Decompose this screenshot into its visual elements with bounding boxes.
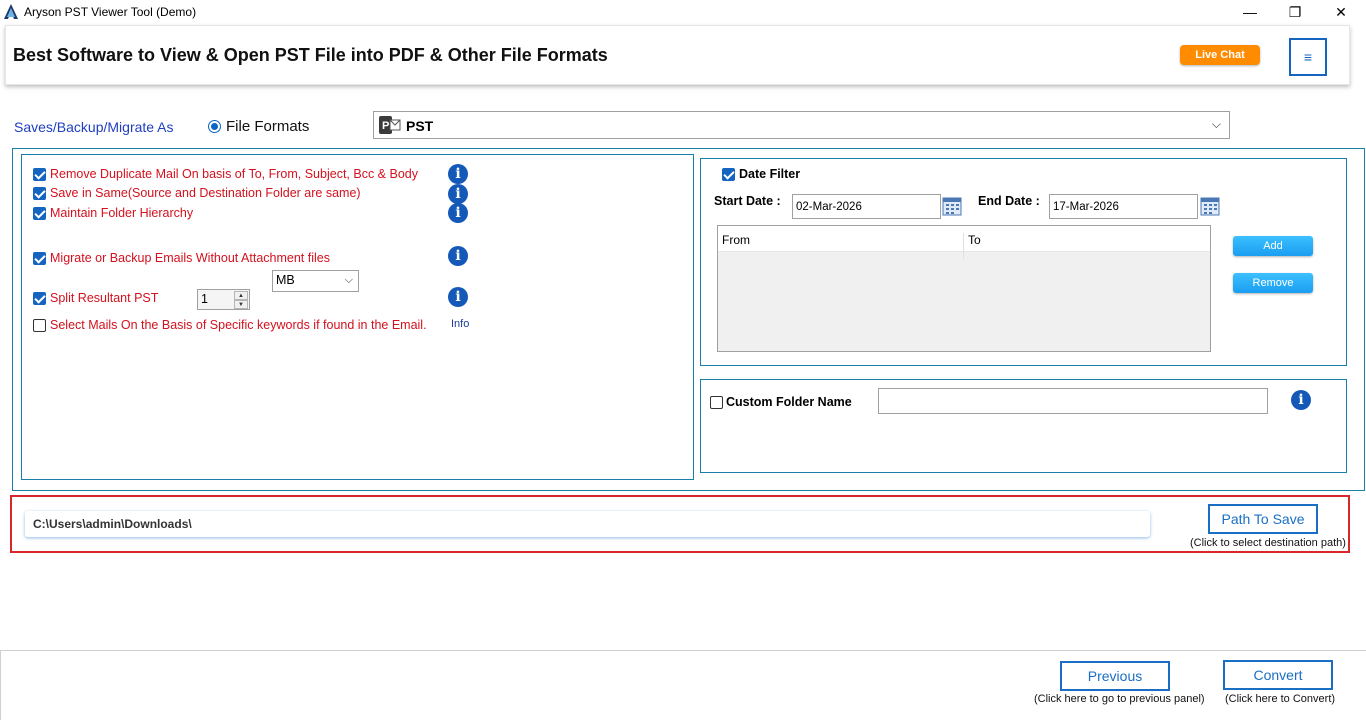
destination-path-field[interactable]: C:\Users\admin\Downloads\ [25, 511, 1150, 537]
live-chat-button[interactable]: Live Chat [1180, 45, 1260, 65]
option-keyword-filter[interactable]: Select Mails On the Basis of Specific ke… [33, 318, 427, 332]
close-button[interactable]: ✕ [1318, 0, 1364, 24]
custom-folder-box: Custom Folder Name i [700, 379, 1347, 473]
info-icon[interactable]: i [1291, 390, 1311, 410]
header-banner: Best Software to View & Open PST File in… [5, 25, 1350, 85]
convert-hint: (Click here to Convert) [1225, 693, 1336, 705]
saves-backup-migrate-label: Saves/Backup/Migrate As [14, 119, 174, 135]
format-select[interactable]: P PST ⌵ [373, 111, 1230, 139]
custom-folder-input[interactable] [878, 388, 1268, 414]
menu-button[interactable]: ≡ [1289, 38, 1327, 76]
option-label: Remove Duplicate Mail On basis of To, Fr… [50, 167, 418, 181]
option-remove-duplicate[interactable]: Remove Duplicate Mail On basis of To, Fr… [33, 167, 418, 181]
option-label: Maintain Folder Hierarchy [50, 206, 194, 220]
chevron-down-icon: ⌵ [1211, 117, 1221, 131]
custom-folder-label: Custom Folder Name [726, 395, 852, 409]
hamburger-menu-icon: ≡ [1303, 49, 1313, 65]
restore-button[interactable]: ❐ [1272, 0, 1318, 24]
option-label: Migrate or Backup Emails Without Attachm… [50, 251, 330, 265]
header-title: Best Software to View & Open PST File in… [13, 45, 608, 65]
previous-hint: (Click here to go to previous panel) [1034, 693, 1205, 705]
info-icon[interactable]: i [448, 287, 468, 307]
remove-duplicate-checkbox[interactable] [33, 167, 46, 181]
keyword-filter-checkbox[interactable] [33, 318, 46, 332]
minimize-button[interactable]: — [1227, 0, 1273, 24]
destination-path-box: C:\Users\admin\Downloads\ Path To Save (… [10, 495, 1350, 553]
split-unit-select[interactable]: MB ⌵ [272, 270, 359, 292]
path-hint: (Click to select destination path) [1190, 537, 1346, 549]
maintain-hierarchy-checkbox[interactable] [33, 206, 46, 220]
table-header: From To [718, 226, 1210, 259]
outlook-pst-icon: P [379, 116, 401, 134]
chevron-down-icon: ⌵ [344, 274, 353, 286]
option-save-in-same[interactable]: Save in Same(Source and Destination Fold… [33, 186, 361, 200]
calendar-icon[interactable] [1200, 196, 1220, 216]
without-attachment-checkbox[interactable] [33, 251, 46, 265]
date-range-table[interactable]: From To [717, 225, 1211, 352]
window-title: Aryson PST Viewer Tool (Demo) [24, 5, 197, 19]
end-date-label: End Date : [978, 194, 1040, 208]
calendar-icon[interactable] [942, 196, 962, 216]
file-formats-label[interactable]: File Formats [226, 118, 309, 135]
format-select-value: PST [406, 118, 434, 134]
option-label: Select Mails On the Basis of Specific ke… [50, 318, 427, 332]
option-without-attachment[interactable]: Migrate or Backup Emails Without Attachm… [33, 251, 330, 265]
column-header-to: To [968, 233, 981, 247]
start-date-field[interactable]: 02-Mar-2026 [792, 194, 941, 219]
info-icon[interactable]: i [448, 184, 468, 204]
mail-options-box [21, 154, 694, 480]
convert-button[interactable]: Convert [1223, 660, 1333, 690]
previous-button[interactable]: Previous [1060, 661, 1170, 691]
column-header-from: From [722, 233, 750, 247]
stepper-up-icon[interactable]: ▲ [234, 291, 248, 300]
remove-date-button[interactable]: Remove [1233, 273, 1313, 293]
column-divider [963, 233, 964, 259]
option-maintain-hierarchy[interactable]: Maintain Folder Hierarchy [33, 206, 193, 220]
split-unit-value: MB [276, 273, 295, 287]
path-to-save-button[interactable]: Path To Save [1208, 504, 1318, 534]
file-formats-radio[interactable] [208, 120, 221, 133]
info-icon[interactable]: i [448, 164, 468, 184]
split-size-value: 1 [201, 292, 208, 306]
info-icon[interactable]: i [448, 203, 468, 223]
date-filter-box: Date Filter Start Date : 02-Mar-2026 End… [700, 158, 1347, 366]
custom-folder-checkbox[interactable] [710, 396, 723, 409]
svg-text:P: P [382, 120, 389, 132]
date-filter-label: Date Filter [739, 167, 801, 181]
add-date-button[interactable]: Add [1233, 236, 1313, 256]
info-icon[interactable]: i [448, 246, 468, 266]
end-date-field[interactable]: 17-Mar-2026 [1049, 194, 1198, 219]
stepper-down-icon[interactable]: ▼ [234, 300, 248, 309]
save-in-same-checkbox[interactable] [33, 186, 46, 200]
option-label: Save in Same(Source and Destination Fold… [50, 186, 361, 200]
split-size-stepper[interactable]: 1 ▲ ▼ [197, 289, 250, 310]
title-bar: Aryson PST Viewer Tool (Demo) — ❐ ✕ [0, 0, 1366, 24]
date-filter-checkbox[interactable] [722, 168, 735, 181]
split-pst-checkbox[interactable] [33, 291, 46, 305]
app-logo-icon [4, 4, 18, 19]
option-split-pst[interactable]: Split Resultant PST [33, 291, 158, 305]
start-date-label: Start Date : [714, 194, 781, 208]
footer-bar: Previous (Click here to go to previous p… [0, 650, 1366, 720]
option-label: Split Resultant PST [50, 291, 159, 305]
info-link[interactable]: Info [451, 318, 469, 330]
